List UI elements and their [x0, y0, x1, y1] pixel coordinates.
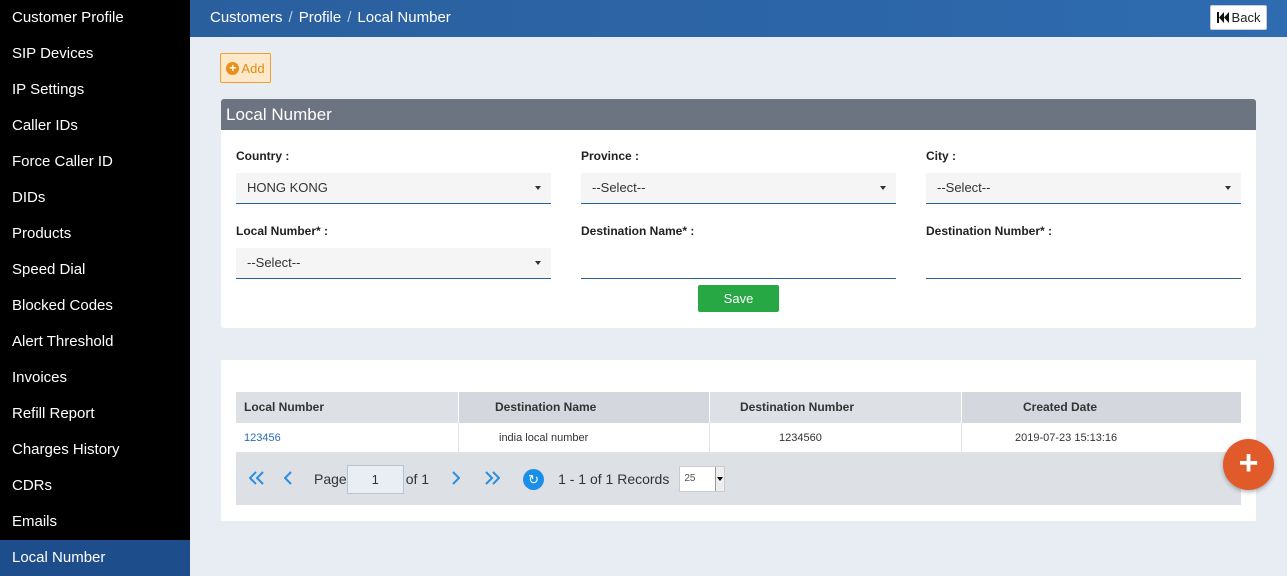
cell-created-date: 2019-07-23 15:13:16 [1015, 432, 1118, 444]
sidebar-item-customer-profile[interactable]: Customer Profile [0, 0, 190, 36]
sidebar-item-local-number[interactable]: Local Number [0, 540, 190, 576]
table-header: Local Number Destination Name Destinatio… [236, 392, 1241, 423]
page-number-input[interactable] [346, 464, 404, 494]
local-number-table: Local Number Destination Name Destinatio… [236, 392, 1241, 453]
destination-number-input[interactable] [926, 248, 1241, 279]
local-number-select[interactable]: --Select-- [236, 248, 551, 279]
cell-destination-name: india local number [459, 423, 710, 452]
column-header-destination-name[interactable]: Destination Name [459, 392, 710, 423]
cell-destination-number: 1234560 [710, 423, 962, 452]
breadcrumb: Customers / Profile / Local Number [210, 0, 451, 37]
add-button[interactable]: + Add [220, 53, 271, 83]
panel-title: Local Number [221, 99, 1256, 130]
add-button-label: Add [241, 60, 265, 76]
caret-down-icon [880, 186, 886, 190]
back-button-label: Back [1231, 10, 1261, 25]
local-number-select-value: --Select-- [247, 255, 301, 270]
breadcrumb-profile[interactable]: Profile [299, 9, 342, 26]
sidebar-item-alert-threshold[interactable]: Alert Threshold [0, 324, 190, 360]
city-label: City : [926, 149, 956, 163]
city-field: City : --Select-- [926, 149, 1241, 204]
cell-local-number-link[interactable]: 123456 [236, 423, 459, 452]
top-bar: Customers / Profile / Local Number Back [190, 0, 1287, 37]
chevron-left-icon[interactable] [282, 469, 294, 490]
double-chevron-left-icon[interactable] [247, 469, 267, 490]
province-select-value: --Select-- [592, 180, 646, 195]
caret-down-icon [715, 467, 725, 491]
caret-down-icon [535, 261, 541, 265]
province-label: Province : [581, 149, 640, 163]
breadcrumb-separator: / [288, 9, 293, 26]
column-header-created-date[interactable]: Created Date [962, 392, 1241, 423]
breadcrumb-customers[interactable]: Customers [210, 9, 283, 26]
destination-name-input[interactable] [581, 248, 896, 279]
sidebar-item-cdrs[interactable]: CDRs [0, 468, 190, 504]
skip-back-icon [1216, 12, 1229, 23]
double-chevron-right-icon[interactable] [482, 469, 502, 490]
country-field: Country : HONG KONG [236, 149, 551, 204]
sidebar-item-emails[interactable]: Emails [0, 504, 190, 540]
sidebar-item-speed-dial[interactable]: Speed Dial [0, 252, 190, 288]
column-header-destination-number[interactable]: Destination Number [710, 392, 962, 423]
destination-number-label: Destination Number* : [926, 224, 1053, 238]
sidebar-item-invoices[interactable]: Invoices [0, 360, 190, 396]
sidebar: Customer Profile SIP Devices IP Settings… [0, 0, 190, 576]
local-number-form-panel: Local Number Country : HONG KONG Provinc… [221, 99, 1256, 328]
sidebar-item-sip-devices[interactable]: SIP Devices [0, 36, 190, 72]
sidebar-item-dids[interactable]: DIDs [0, 180, 190, 216]
province-select[interactable]: --Select-- [581, 173, 896, 204]
destination-name-field: Destination Name* : [581, 224, 896, 279]
country-select-value: HONG KONG [247, 180, 328, 195]
sidebar-item-force-caller-id[interactable]: Force Caller ID [0, 144, 190, 180]
breadcrumb-separator: / [347, 9, 352, 26]
page-label: Page [314, 471, 347, 487]
caret-down-icon [535, 186, 541, 190]
caret-down-icon [1225, 186, 1231, 190]
sidebar-item-products[interactable]: Products [0, 216, 190, 252]
back-button[interactable]: Back [1210, 5, 1267, 30]
local-number-label: Local Number* : [236, 224, 329, 238]
destination-number-field: Destination Number* : [926, 224, 1241, 279]
local-number-field: Local Number* : --Select-- [236, 224, 551, 279]
records-count: 1 - 1 of 1 Records [558, 471, 670, 487]
sidebar-item-charges-history[interactable]: Charges History [0, 432, 190, 468]
city-select[interactable]: --Select-- [926, 173, 1241, 204]
sidebar-item-blocked-codes[interactable]: Blocked Codes [0, 288, 190, 324]
destination-name-label: Destination Name* : [581, 224, 695, 238]
rows-per-page-value: 25 [684, 473, 696, 484]
province-field: Province : --Select-- [581, 149, 896, 204]
page-of-label: of 1 [405, 471, 430, 487]
city-select-value: --Select-- [937, 180, 991, 195]
column-header-local-number[interactable]: Local Number [236, 392, 459, 423]
local-number-table-panel: Local Number Destination Name Destinatio… [221, 360, 1256, 521]
sidebar-item-refill-report[interactable]: Refill Report [0, 396, 190, 432]
refresh-icon[interactable]: ↻ [523, 468, 545, 490]
sidebar-item-ip-settings[interactable]: IP Settings [0, 72, 190, 108]
chevron-right-icon[interactable] [449, 469, 461, 490]
breadcrumb-local-number: Local Number [357, 9, 451, 26]
save-button[interactable]: Save [698, 285, 779, 312]
floating-add-button[interactable]: + [1223, 439, 1274, 490]
plus-circle-icon: + [226, 61, 240, 75]
plus-icon: + [1238, 444, 1259, 482]
sidebar-item-caller-ids[interactable]: Caller IDs [0, 108, 190, 144]
pagination-bar: Page of 1 ↻ 1 - 1 of 1 Records 25 [236, 453, 1241, 505]
rows-per-page-select[interactable]: 25 [679, 466, 726, 492]
table-row: 123456 india local number 1234560 2019-0… [236, 423, 1241, 453]
country-label: Country : [236, 149, 290, 163]
country-select[interactable]: HONG KONG [236, 173, 551, 204]
